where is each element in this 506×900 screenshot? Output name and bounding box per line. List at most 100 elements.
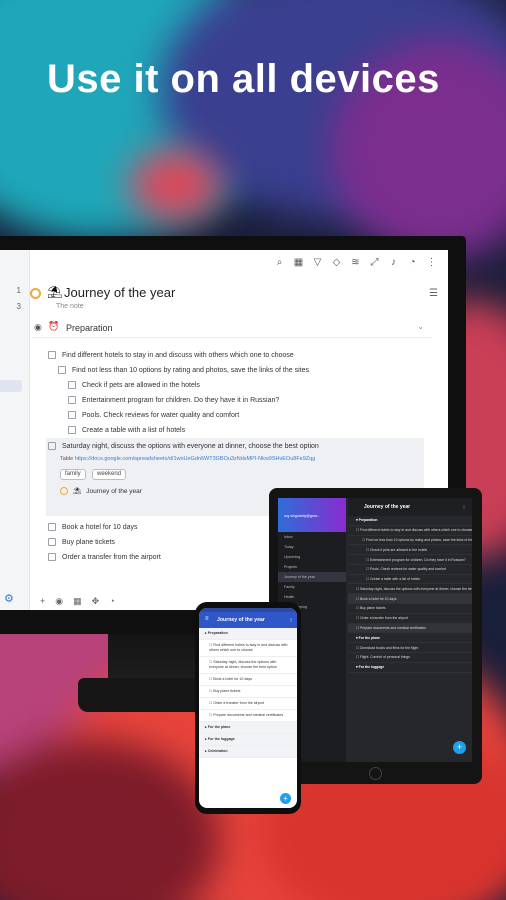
sidebar-item[interactable]: Inbox: [278, 532, 346, 542]
task-row[interactable]: ☐ Order a transfer from the airport: [348, 614, 472, 624]
tag-weekend[interactable]: weekend: [92, 469, 127, 480]
add-icon[interactable]: +: [40, 596, 45, 606]
task-checkbox[interactable]: [48, 442, 56, 450]
section-header[interactable]: ▸ For the plane: [199, 722, 297, 734]
layers-icon[interactable]: ≋: [349, 256, 362, 269]
task-row[interactable]: ☐ Find different hotels to stay in and d…: [199, 640, 297, 657]
calendar-icon[interactable]: ▦: [73, 596, 82, 607]
task-row[interactable]: Saturday night, discuss the options with…: [48, 442, 319, 450]
task-checkbox[interactable]: [48, 523, 56, 531]
task-checkbox[interactable]: [48, 553, 56, 561]
task-link[interactable]: Table https://docs.google.com/spreadshee…: [60, 456, 315, 462]
section-header[interactable]: ▾ For the plane: [348, 633, 472, 644]
sidebar-item[interactable]: Journey of the year: [278, 572, 346, 582]
task-row[interactable]: Find not less than 10 options by rating …: [58, 366, 309, 374]
project-note[interactable]: The note: [56, 303, 84, 310]
task-checkbox[interactable]: [68, 396, 76, 404]
project-status-circle[interactable]: [30, 288, 41, 299]
bell-icon[interactable]: ♪: [387, 256, 400, 269]
sidebar-item[interactable]: Upcoming: [278, 552, 346, 562]
task-row[interactable]: Order a transfer from the airport: [48, 553, 161, 561]
section-header[interactable]: ▸ Celebration: [199, 746, 297, 758]
section-header[interactable]: ▸ Preparation: [199, 628, 297, 640]
sidebar-item[interactable]: Family: [278, 582, 346, 592]
sidebar-item[interactable]: Today: [278, 542, 346, 552]
task-row[interactable]: Find different hotels to stay in and dis…: [48, 351, 294, 359]
task-row[interactable]: ☐ Download books and films for the fligh…: [348, 643, 472, 653]
task-row[interactable]: ☐ Entertainment program for children. Do…: [348, 555, 472, 565]
desktop-sidebar: 1 3 ⚙: [0, 250, 30, 610]
expand-icon[interactable]: ⤢: [368, 256, 381, 269]
task-row[interactable]: ☐ Prepare documents and medical certific…: [348, 623, 472, 634]
list-menu-icon[interactable]: ☰: [429, 288, 438, 299]
task-row[interactable]: ☐ Find not less than 10 options by ratin…: [348, 536, 472, 546]
task-row[interactable]: ☐ Prepare documents and medical certific…: [199, 710, 297, 722]
section-header[interactable]: ▸ For the luggage: [199, 734, 297, 746]
task-row[interactable]: ☐ Book a hotel for 10 days: [199, 674, 297, 686]
task-text: Check if pets are allowed in the hotels: [82, 381, 200, 389]
tag-icon[interactable]: ◇: [330, 256, 343, 269]
task-row[interactable]: Entertainment program for children. Do t…: [68, 396, 279, 404]
home-button[interactable]: [369, 767, 382, 780]
sidebar-item[interactable]: Projects: [278, 562, 346, 572]
settings-gear-icon[interactable]: ⚙: [4, 592, 16, 605]
add-task-button[interactable]: +: [280, 793, 291, 804]
task-row[interactable]: Pools. Check reviews for water quality a…: [68, 411, 239, 419]
phone-header: ≡ Journey of the year ⋮: [199, 612, 297, 628]
task-checkbox[interactable]: [68, 426, 76, 434]
beach-umbrella-icon: ⛱: [73, 488, 82, 495]
more-icon[interactable]: ⋮: [289, 617, 293, 622]
task-row[interactable]: ☐ Saturday night, discuss the options wi…: [348, 584, 472, 595]
task-checkbox[interactable]: [48, 351, 56, 359]
sidebar-item[interactable]: Health: [278, 592, 346, 602]
task-row[interactable]: Book a hotel for 10 days: [48, 523, 138, 531]
task-row[interactable]: ☐ Buy plane tickets: [348, 604, 472, 614]
task-project-link[interactable]: ⛱ Journey of the year: [60, 487, 142, 495]
chevron-down-icon[interactable]: ⌄: [417, 322, 424, 331]
alarm-clock-icon: ⏰: [48, 321, 60, 331]
more-icon[interactable]: ⋮: [425, 256, 438, 269]
beach-umbrella-icon: ⛱: [47, 285, 63, 299]
task-row[interactable]: ☐ Buy plane tickets: [199, 686, 297, 698]
section-header[interactable]: ▾ For the luggage: [348, 663, 472, 673]
sidebar-count: 1: [16, 286, 21, 295]
calendar-icon[interactable]: ▦: [292, 256, 305, 269]
alarm-icon[interactable]: ◔: [109, 596, 114, 606]
task-row[interactable]: ☐ Flight. Comfort of personal things: [348, 653, 472, 663]
task-text: Pools. Check reviews for water quality a…: [82, 411, 240, 419]
section-header[interactable]: ◉ ⏰ Preparation ⌄: [32, 320, 432, 338]
project-title[interactable]: Journey of the year: [64, 285, 175, 300]
task-checkbox[interactable]: [68, 411, 76, 419]
task-row[interactable]: Check if pets are allowed in the hotels: [68, 381, 200, 389]
filter-icon[interactable]: ▽: [311, 256, 324, 269]
task-row[interactable]: ☐ Check if pets are allowed in the hotel…: [348, 545, 472, 556]
task-row[interactable]: ☐ Saturday night, discuss the options wi…: [199, 657, 297, 674]
sidebar-selected-item[interactable]: [0, 380, 22, 392]
task-row[interactable]: Buy plane tickets: [48, 538, 115, 546]
phone-title: Journey of the year: [217, 617, 265, 623]
task-row[interactable]: Create a table with a list of hotels: [68, 426, 185, 434]
task-row[interactable]: ☐ Create a table with a list of hotels: [348, 575, 472, 585]
task-row[interactable]: ☐ Find different hotels to stay in and d…: [348, 526, 472, 536]
task-checkbox[interactable]: [58, 366, 66, 374]
section-header[interactable]: ▾ Preparation: [348, 516, 472, 526]
user-email: org.singularity@gma...: [284, 514, 321, 518]
task-row[interactable]: ☐ Pools. Check reviews for water quality…: [348, 565, 472, 575]
menu-icon[interactable]: ≡: [205, 616, 209, 622]
timer-icon[interactable]: ◔: [406, 256, 419, 269]
search-icon[interactable]: ⌕: [273, 256, 286, 269]
task-text: Create a table with a list of hotels: [82, 426, 186, 434]
task-checkbox[interactable]: [68, 381, 76, 389]
mic-icon: ◉: [34, 322, 42, 332]
tablet-user-header[interactable]: org.singularity@gma...: [278, 498, 346, 532]
more-icon[interactable]: ⋮: [462, 504, 466, 509]
move-icon[interactable]: ✥: [92, 596, 100, 607]
task-text: Entertainment program for children. Do t…: [82, 396, 280, 404]
mic-icon[interactable]: ◉: [55, 596, 63, 607]
task-row[interactable]: ☐ Book a hotel for 10 days: [348, 594, 472, 605]
tag-family[interactable]: family: [60, 469, 86, 480]
add-task-button[interactable]: +: [453, 741, 466, 754]
task-row[interactable]: ☐ Order a transfer from the airport: [199, 698, 297, 710]
task-checkbox[interactable]: [48, 538, 56, 546]
task-text: Order a transfer from the airport: [62, 553, 161, 561]
